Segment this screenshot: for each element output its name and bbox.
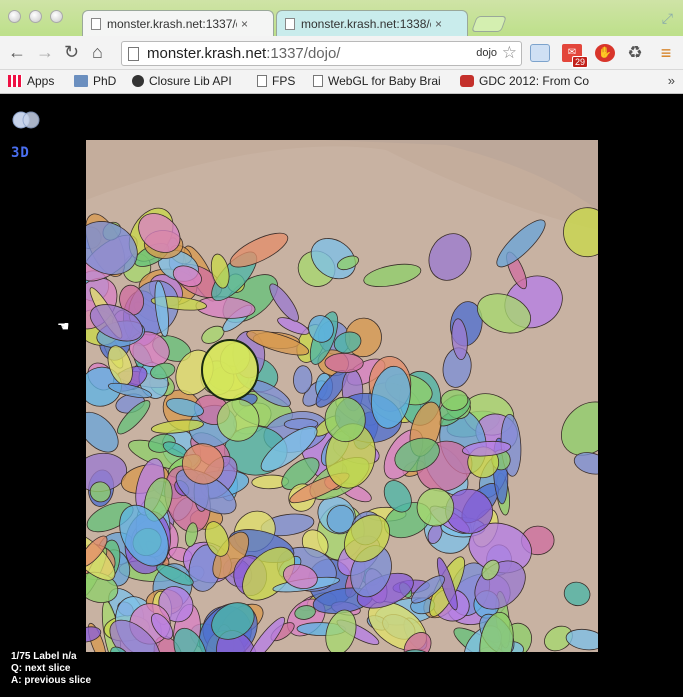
recycle-extension-icon[interactable]: ♻ (625, 44, 645, 62)
close-window-button[interactable] (8, 10, 21, 23)
bookmark-label: Closure Lib API (149, 74, 232, 88)
bookmarks-overflow-icon[interactable]: » (668, 73, 675, 88)
page-icon (91, 17, 101, 30)
url-path: :1337/dojo/ (266, 45, 341, 62)
bookmark-label: WebGL for Baby Brai (328, 74, 441, 88)
hand-cursor-icon: ☚ (57, 318, 70, 334)
segment-cell[interactable] (226, 227, 292, 274)
bookmark-gdc-2012[interactable]: GDC 2012: From Co (460, 74, 610, 88)
window-controls (8, 10, 63, 23)
closure-icon (132, 75, 144, 87)
tab-close-icon[interactable]: × (241, 17, 248, 31)
gmail-extension-icon[interactable]: ✉ 29 (562, 44, 588, 68)
em-segmentation-image[interactable] (86, 140, 598, 652)
page-icon (313, 75, 323, 87)
search-engine-hint: dojo (476, 47, 497, 59)
url-host: monster.krash.net (147, 45, 267, 62)
3d-toggle-button[interactable]: 3D (11, 145, 30, 161)
youtube-icon (460, 75, 474, 87)
bookmark-fps[interactable]: FPS (257, 74, 295, 88)
status-panel: 1/75 Label n/a Q: next slice A: previous… (11, 651, 91, 687)
bookmark-webgl[interactable]: WebGL for Baby Brai (313, 74, 443, 88)
forward-icon[interactable]: → (36, 42, 54, 62)
next-slice-hint: Q: next slice (11, 663, 71, 674)
adblock-extension-icon[interactable]: ✋ (595, 44, 615, 62)
bookmark-star-icon[interactable]: ☆ (502, 43, 517, 63)
fullscreen-icon[interactable]: ⤢ (662, 10, 673, 27)
segment-cell[interactable] (561, 579, 593, 609)
new-tab-button[interactable] (471, 16, 507, 32)
slice-label-status: 1/75 Label n/a (11, 651, 77, 662)
home-icon[interactable]: ⌂ (92, 42, 103, 62)
segment-cell[interactable] (421, 226, 479, 287)
tab-strip: monster.krash.net:1337/d × monster.krash… (0, 0, 683, 36)
mail-count-badge: 29 (571, 56, 588, 68)
address-bar[interactable]: monster.krash.net:1337/dojo/ dojo ☆ (121, 41, 522, 66)
tab-close-icon[interactable]: × (435, 17, 442, 31)
url-text: monster.krash.net:1337/dojo/ (147, 45, 340, 62)
apps-icon (8, 75, 22, 87)
dojo-logo-icon[interactable] (11, 111, 41, 129)
segment-cell[interactable] (362, 260, 423, 291)
previous-slice-hint: A: previous slice (11, 675, 92, 686)
zoom-window-button[interactable] (50, 10, 63, 23)
page-icon (257, 75, 267, 87)
bookmark-apps[interactable]: Apps (8, 74, 54, 88)
browser-toolbar: ← → ↻ ⌂ monster.krash.net:1337/dojo/ doj… (0, 36, 683, 70)
segment-cell[interactable] (324, 352, 364, 374)
segmentation-overlay (86, 140, 598, 652)
page-icon (285, 17, 295, 30)
bookmark-label: GDC 2012: From Co (479, 74, 590, 88)
bookmark-label: Apps (27, 74, 55, 88)
minimize-window-button[interactable] (29, 10, 42, 23)
page-icon (128, 46, 139, 61)
tab-title: monster.krash.net:1338/d (301, 16, 431, 31)
bookmarks-bar: Apps PhD Closure Lib API FPS WebGL for B… (0, 70, 683, 94)
dojo-viewer[interactable]: 3D ☚ 1/75 Label n/a Q: next slice A: pre… (0, 95, 683, 697)
tab-monster-1338[interactable]: monster.krash.net:1338/d × (276, 10, 468, 36)
selected-segment-cell[interactable] (201, 339, 259, 401)
cast-extension-icon[interactable] (530, 44, 550, 62)
back-icon[interactable]: ← (8, 42, 26, 62)
bookmark-label: PhD (93, 74, 117, 88)
reload-icon[interactable]: ↻ (64, 42, 79, 62)
tab-title: monster.krash.net:1337/d (107, 16, 237, 31)
bookmark-phd[interactable]: PhD (74, 74, 116, 88)
bookmark-label: FPS (272, 74, 296, 88)
menu-icon[interactable]: ≡ (656, 44, 676, 62)
tab-monster-1337[interactable]: monster.krash.net:1337/d × (82, 10, 274, 36)
folder-icon (74, 75, 88, 87)
bookmark-closure-lib-api[interactable]: Closure Lib API (132, 74, 232, 88)
